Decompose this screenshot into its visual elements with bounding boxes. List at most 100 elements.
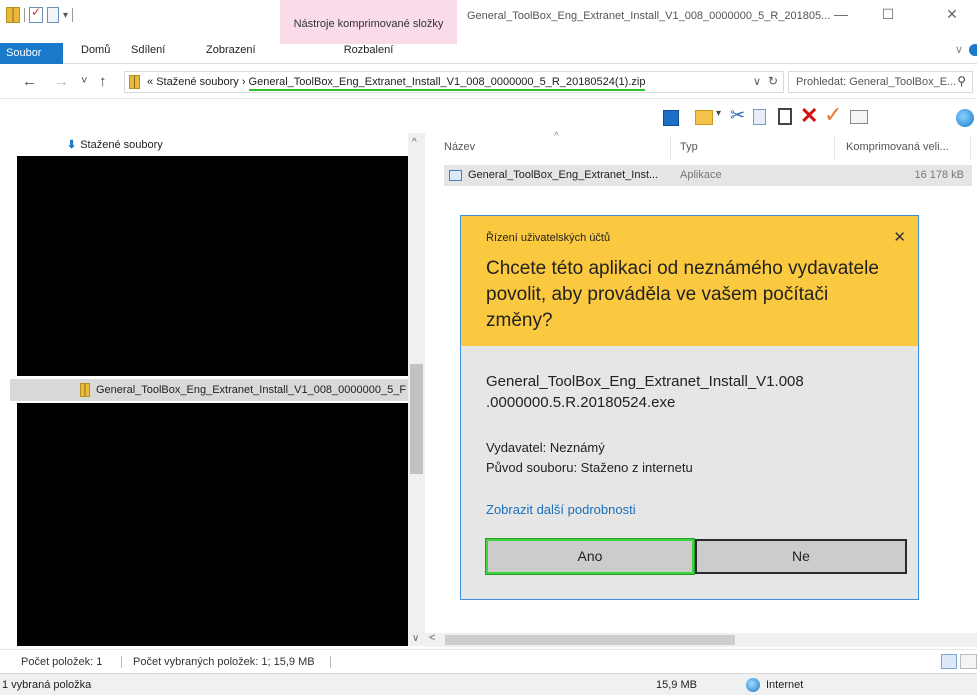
context-group-label: Nástroje komprimované složky [293, 18, 444, 30]
file-size: 16 178 kB [914, 169, 964, 181]
up-button[interactable]: ↑ [99, 73, 107, 90]
search-input[interactable]: Prohledat: General_ToolBox_E... ⚲ [788, 71, 973, 93]
uac-header: Řízení uživatelských účtů ✕ Chcete této … [461, 216, 918, 346]
address-field[interactable]: « Stažené soubory › General_ToolBox_Eng_… [124, 71, 784, 93]
redacted-area [17, 156, 408, 376]
uac-app-name: General_ToolBox_Eng_Extranet_Install_V1.… [486, 373, 804, 411]
application-icon [449, 170, 462, 181]
address-bar-row: ← → ˅ ↑ « Stažené soubory › General_Tool… [0, 64, 977, 99]
ribbon-collapse-icon[interactable]: ∨ [955, 43, 963, 56]
yes-button[interactable]: Ano [485, 538, 695, 575]
table-row[interactable]: General_ToolBox_Eng_Extranet_Inst... Apl… [444, 165, 972, 186]
sort-ascending-icon: ^ [554, 131, 559, 142]
zip-folder-icon [129, 75, 140, 89]
no-button[interactable]: Ne [695, 539, 907, 574]
maximize-button[interactable]: ☐ [870, 3, 906, 25]
recent-locations-button[interactable]: ˅ [81, 75, 87, 87]
column-header-type[interactable]: Typ [680, 141, 698, 153]
nav-downloads-label: Stažené soubory [80, 139, 163, 151]
column-separator[interactable] [834, 135, 835, 159]
file-name: General_ToolBox_Eng_Extranet_Inst... [468, 169, 659, 181]
tab-file[interactable]: Soubor [0, 43, 63, 64]
tab-home[interactable]: Domů [81, 44, 110, 56]
nav-item-selected-zip[interactable]: General_ToolBox_Eng_Extranet_Install_V1_… [10, 379, 408, 401]
ribbon-tabs: Soubor Domů Sdílení Zobrazení Rozbalení … [0, 30, 977, 64]
address-dropdown-icon[interactable]: ∨ [753, 75, 761, 88]
breadcrumb-downloads[interactable]: Stažené soubory [156, 76, 239, 88]
checkmark-icon[interactable]: ✓ [824, 102, 842, 127]
breadcrumb-separator-icon[interactable]: › [242, 76, 246, 88]
breadcrumb-current[interactable]: General_ToolBox_Eng_Extranet_Install_V1_… [248, 76, 646, 91]
folder-menu-caret-icon[interactable]: ▾ [716, 108, 721, 128]
item-count: Počet položek: 1 [21, 656, 103, 668]
nav-item-label: General_ToolBox_Eng_Extranet_Install_V1_… [96, 384, 406, 396]
scroll-down-icon[interactable]: ∨ [412, 633, 419, 644]
mail-icon[interactable] [850, 110, 868, 124]
qat-separator [24, 8, 25, 22]
minimize-button[interactable]: — [823, 3, 859, 25]
close-button[interactable]: ✕ [934, 3, 970, 25]
horizontal-scrollbar[interactable]: < [425, 632, 977, 647]
selection-size: 15,9 MB [656, 679, 697, 691]
selection-label: 1 vybraná položka [2, 679, 92, 691]
scroll-up-icon[interactable]: ^ [412, 137, 417, 148]
uac-file-origin: Původ souboru: Staženo z internetu [486, 460, 693, 475]
uac-publisher: Vydavatel: Neznámý [486, 440, 605, 455]
new-folder-icon[interactable] [47, 7, 59, 23]
tab-view[interactable]: Zobrazení [206, 44, 256, 56]
scroll-thumb[interactable] [410, 364, 423, 474]
selected-count: Počet vybraných položek: 1; 15,9 MB [133, 656, 315, 668]
layout-icon[interactable] [663, 110, 679, 126]
uac-caption: Řízení uživatelských účtů [486, 232, 611, 244]
file-type: Aplikace [680, 169, 722, 181]
qat-customize-icon[interactable]: ▾ [63, 10, 68, 21]
folder-icon[interactable] [695, 110, 713, 125]
column-header-name[interactable]: Název [444, 141, 475, 153]
toolbar: ▾ ✂ ✕ ✓ [0, 99, 977, 133]
nav-item-downloads[interactable]: ⬇ Stažené soubory [67, 138, 163, 151]
column-header-size[interactable]: Komprimovaná veli... [846, 141, 949, 153]
forward-button[interactable]: → [54, 73, 69, 90]
download-arrow-icon: ⬇ [67, 139, 77, 151]
status-separator [330, 656, 331, 668]
column-name-label: Název [444, 141, 476, 153]
tab-extract[interactable]: Rozbalení [280, 44, 457, 56]
globe-icon[interactable] [956, 109, 974, 127]
uac-dialog: Řízení uživatelských účtů ✕ Chcete této … [460, 215, 919, 600]
internet-zone-icon [746, 678, 760, 692]
copy-icon[interactable] [753, 109, 766, 125]
back-button[interactable]: ← [22, 73, 37, 90]
details-view-button[interactable] [941, 654, 957, 669]
status-separator [121, 656, 122, 668]
properties-icon[interactable] [29, 5, 43, 23]
zip-folder-icon [6, 7, 20, 23]
scroll-thumb[interactable] [445, 635, 735, 645]
close-icon[interactable]: ✕ [893, 228, 906, 246]
show-more-details-link[interactable]: Zobrazit další podrobnosti [486, 502, 636, 517]
column-separator[interactable] [670, 135, 671, 159]
column-separator[interactable] [970, 135, 971, 159]
nav-scrollbar[interactable]: ^ ∨ [408, 133, 425, 646]
cut-icon[interactable]: ✂ [730, 105, 745, 125]
title-bar: ▾ Nástroje komprimované složky General_T… [0, 0, 977, 44]
window-title: General_ToolBox_Eng_Extranet_Install_V1_… [467, 10, 831, 22]
search-placeholder: Prohledat: General_ToolBox_E... [796, 76, 957, 88]
scroll-left-icon[interactable]: < [429, 632, 435, 644]
uac-question: Chcete této aplikaci od neznámého vydava… [486, 258, 879, 331]
large-icons-view-button[interactable] [960, 654, 977, 669]
status-bar-secondary: 1 vybraná položka 15,9 MB Internet [0, 673, 977, 695]
quick-access-toolbar: ▾ [6, 5, 74, 25]
search-icon[interactable]: ⚲ [957, 74, 966, 88]
zip-folder-icon [80, 383, 90, 397]
navigation-pane: ⬇ Stažené soubory General_ToolBox_Eng_Ext… [0, 133, 425, 646]
breadcrumb-overflow[interactable]: « [147, 76, 153, 88]
redacted-area [17, 403, 408, 646]
paste-icon[interactable] [778, 108, 792, 125]
delete-icon[interactable]: ✕ [800, 103, 818, 128]
help-icon[interactable] [969, 44, 977, 56]
status-bar: Počet položek: 1 Počet vybraných položek… [0, 649, 977, 673]
qat-separator [72, 8, 74, 22]
security-zone: Internet [766, 679, 804, 691]
tab-share[interactable]: Sdílení [131, 44, 165, 56]
refresh-icon[interactable]: ↻ [768, 74, 778, 88]
